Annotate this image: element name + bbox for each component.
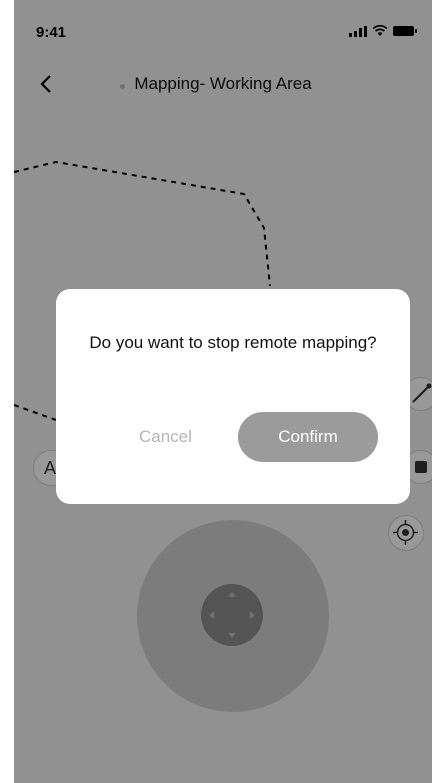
cancel-button[interactable]: Cancel [139, 427, 192, 447]
confirm-button[interactable]: Confirm [238, 412, 378, 462]
stop-mapping-dialog: Do you want to stop remote mapping? Canc… [56, 289, 410, 504]
dialog-message: Do you want to stop remote mapping? [89, 333, 377, 352]
mapping-screen: A 9:41 Mapping- Working Area Do you want… [14, 0, 432, 783]
